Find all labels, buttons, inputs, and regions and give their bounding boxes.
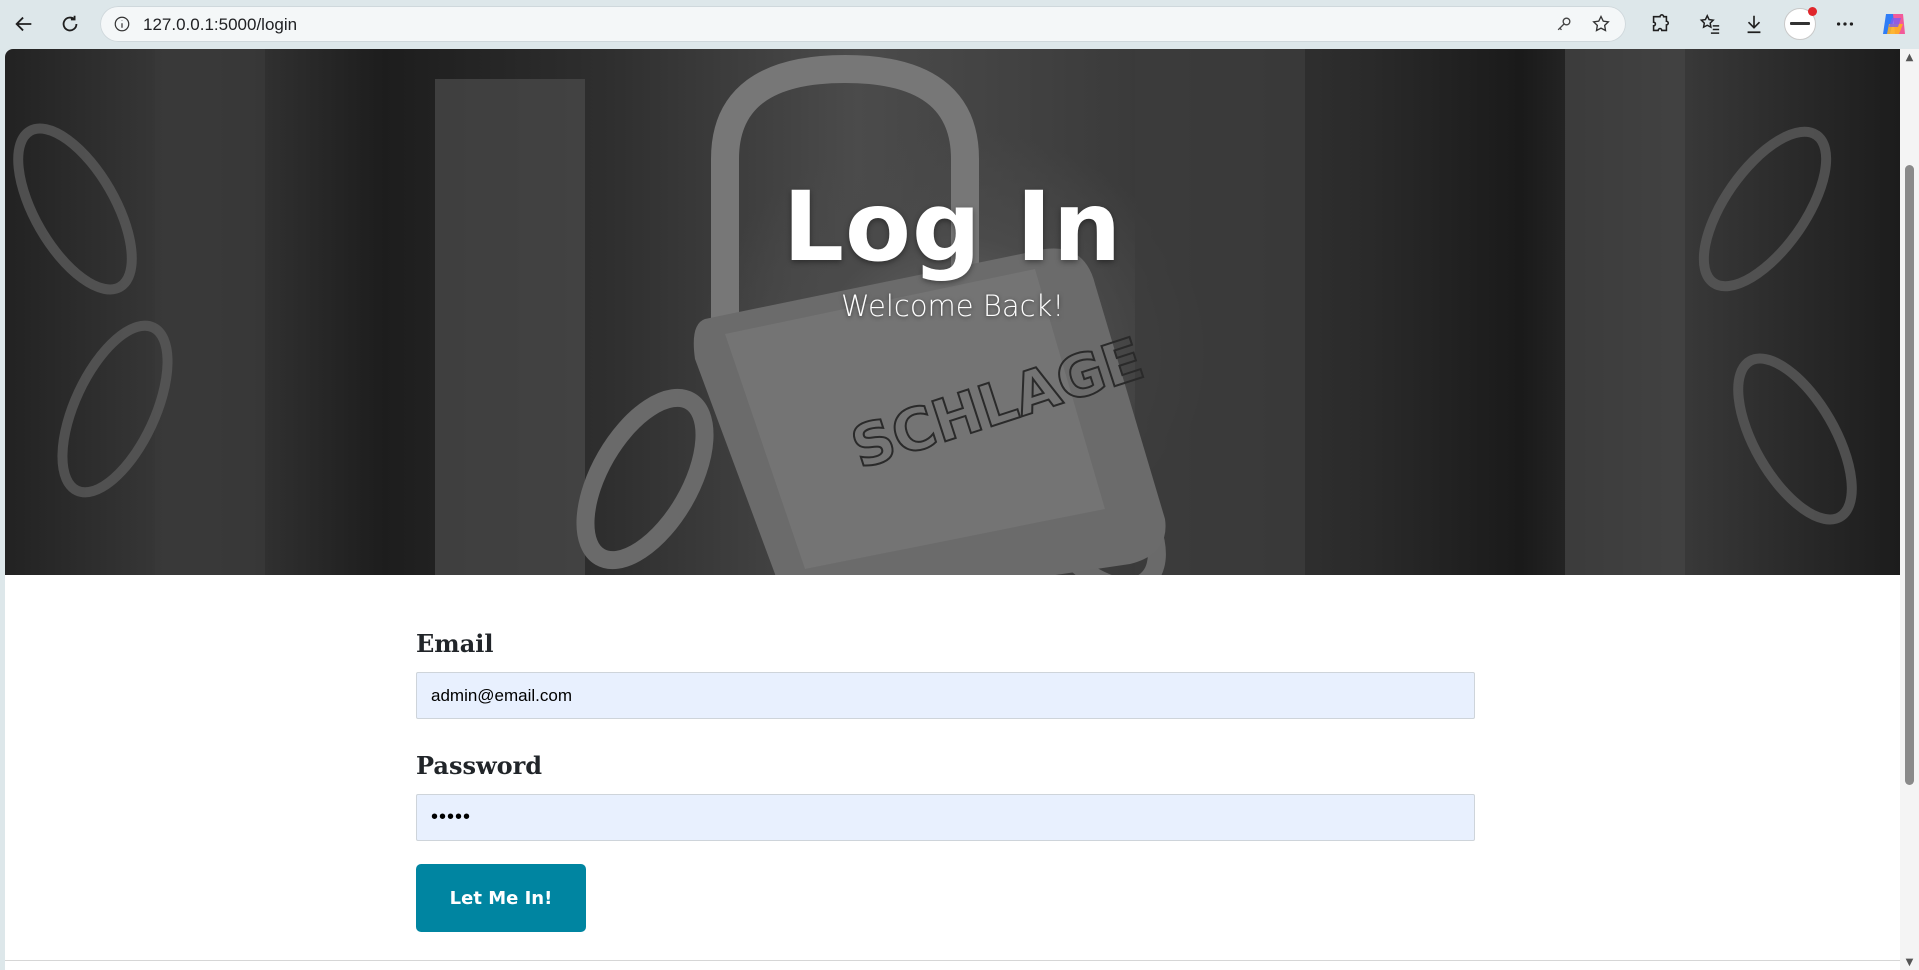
puzzle-icon[interactable] (1644, 8, 1676, 40)
url-text[interactable]: 127.0.0.1:5000/login (143, 15, 297, 35)
star-icon[interactable] (1589, 12, 1613, 36)
hero-banner: SCHLAGE Log In Welcome Back! (5, 49, 1900, 575)
login-form: Email Password Let Me In! (416, 629, 1475, 932)
avatar-mark (1790, 22, 1810, 25)
notification-dot (1808, 7, 1817, 16)
scrollbar[interactable]: ▲ ▼ (1900, 49, 1919, 970)
key-icon[interactable] (1552, 12, 1576, 36)
info-icon[interactable] (110, 12, 134, 36)
page-subtitle: Welcome Back! (841, 289, 1064, 323)
browser-toolbar: 127.0.0.1:5000/login (0, 0, 1919, 49)
login-button[interactable]: Let Me In! (416, 864, 586, 932)
more-icon[interactable] (1829, 8, 1861, 40)
page-title: Log In (782, 171, 1123, 283)
scroll-up-arrow-icon[interactable]: ▲ (1900, 49, 1919, 65)
email-field[interactable] (416, 672, 1475, 719)
reload-icon[interactable] (54, 8, 86, 40)
password-label: Password (416, 751, 543, 780)
address-bar[interactable]: 127.0.0.1:5000/login (100, 6, 1626, 42)
download-icon[interactable] (1738, 8, 1770, 40)
scroll-thumb[interactable] (1905, 165, 1914, 785)
divider (5, 960, 1900, 961)
email-label: Email (416, 629, 494, 658)
password-field[interactable] (416, 794, 1475, 841)
page-viewport: SCHLAGE Log In Welcome Back! Email Passw… (5, 49, 1900, 970)
avatar[interactable] (1784, 7, 1817, 40)
favorites-list-icon[interactable] (1694, 8, 1726, 40)
copilot-icon[interactable] (1880, 10, 1908, 38)
back-arrow-icon[interactable] (8, 8, 40, 40)
scroll-down-arrow-icon[interactable]: ▼ (1900, 954, 1919, 970)
